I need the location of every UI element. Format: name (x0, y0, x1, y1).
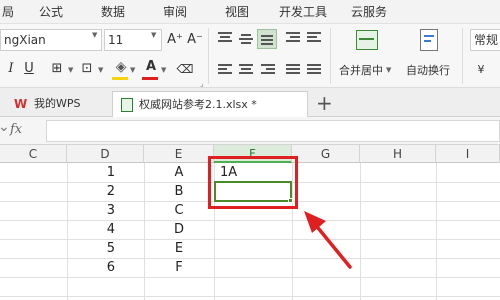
column-header-C[interactable]: C (0, 145, 67, 163)
spreadsheet-file-icon (121, 98, 133, 112)
cell-e1[interactable]: A (144, 163, 214, 182)
ribbon-divider (208, 28, 209, 84)
document-tab-bar: W 我的WPS 权威网站参考2.1.xlsx * + (0, 88, 500, 117)
cell-e2[interactable]: B (144, 182, 214, 201)
grid-line (0, 277, 500, 278)
chevron-down-icon[interactable]: ▼ (151, 31, 156, 39)
column-header-E[interactable]: E (144, 145, 214, 163)
align-center-icon[interactable] (239, 64, 253, 76)
align-right-icon[interactable] (261, 64, 275, 76)
menu-item-cloud[interactable]: 云服务 (351, 3, 387, 20)
border-icon[interactable]: ⊞ (48, 60, 66, 78)
clear-format-icon[interactable]: ⌫ (176, 60, 194, 78)
number-format-select[interactable]: 常规 (470, 29, 500, 51)
menu-item-view[interactable]: 视图 (225, 3, 249, 20)
tab-my-wps[interactable]: W 我的WPS (4, 91, 108, 117)
shrink-font-icon[interactable]: A⁻ (186, 31, 204, 49)
currency-icon[interactable]: ¥ (472, 61, 490, 79)
chevron-down-icon[interactable]: ▼ (161, 66, 166, 74)
column-header-I[interactable]: I (436, 145, 500, 163)
chevron-down-icon[interactable]: ⌄ (0, 119, 10, 135)
chevron-down-icon[interactable]: ▼ (92, 31, 97, 39)
font-color-swatch (142, 77, 158, 80)
ribbon-divider (330, 28, 331, 84)
align-top-icon[interactable] (218, 32, 232, 44)
cell-d2[interactable]: 2 (67, 182, 115, 201)
justify-icon[interactable] (286, 64, 300, 76)
column-header-H[interactable]: H (360, 145, 436, 163)
grow-font-icon[interactable]: A⁺ (166, 31, 184, 49)
cell-e5[interactable]: E (144, 239, 214, 258)
ribbon-divider (462, 28, 463, 84)
cell-d6[interactable]: 6 (67, 258, 115, 277)
fill-color-icon[interactable]: ◈ (112, 58, 130, 76)
underline-button[interactable]: U (20, 60, 38, 78)
menu-item-review[interactable]: 审阅 (163, 3, 187, 20)
formula-bar: ⌄ fx (0, 117, 500, 145)
merge-cells-icon[interactable]: ⊡ (78, 60, 96, 78)
cell-d3[interactable]: 3 (67, 201, 115, 220)
grid-line (436, 163, 437, 300)
highlight-box (208, 156, 298, 209)
menu-item-formulas[interactable]: 公式 (39, 3, 63, 20)
number-format-value: 常规 (474, 33, 499, 47)
merge-center-icon[interactable] (356, 30, 378, 50)
tab-label: 我的WPS (34, 97, 81, 110)
menu-bar: 局 公式 数据 审阅 视图 开发工具 云服务 (0, 0, 500, 24)
cell-e4[interactable]: D (144, 220, 214, 239)
formula-input[interactable] (46, 120, 500, 142)
font-size-value: 11 (108, 33, 124, 47)
align-left-icon[interactable] (218, 64, 232, 76)
chevron-down-icon[interactable]: ▼ (68, 66, 73, 74)
fill-color-swatch (112, 77, 128, 80)
font-name-value: ngXian (4, 33, 46, 47)
arrow-annotation-icon (304, 211, 352, 269)
ribbon: ngXian ▼ 11 ▼ A⁺ A⁻ I U ⊞ ▼ ⊡ ▼ ◈ ▼ A ▼ … (0, 24, 500, 88)
dialog-launcher-icon[interactable]: ⌟ (200, 79, 204, 88)
add-tab-icon[interactable]: + (316, 90, 333, 116)
grid-line (360, 163, 361, 300)
column-header-D[interactable]: D (67, 145, 144, 163)
font-color-button[interactable]: A (142, 58, 160, 76)
chevron-down-icon[interactable]: ▼ (130, 66, 135, 74)
chevron-down-icon[interactable]: ▼ (98, 66, 103, 74)
distribute-icon[interactable] (307, 64, 321, 76)
italic-button[interactable]: I (2, 60, 20, 78)
cell-e6[interactable]: F (144, 258, 214, 277)
indent-icon[interactable] (286, 32, 300, 44)
cell-d4[interactable]: 4 (67, 220, 115, 239)
menu-item-data[interactable]: 数据 (101, 3, 125, 20)
tab-active-document[interactable]: 权威网站参考2.1.xlsx * (112, 91, 308, 117)
tab-label: 权威网站参考2.1.xlsx * (139, 98, 257, 111)
wps-logo-icon: W (14, 97, 28, 111)
cell-e3[interactable]: C (144, 201, 214, 220)
wrap-text-icon[interactable] (420, 29, 438, 51)
font-name-select[interactable]: ngXian (0, 29, 102, 51)
wrap-text-button[interactable]: 自动换行 (406, 62, 450, 78)
cell-d5[interactable]: 5 (67, 239, 115, 258)
align-bottom-icon (261, 35, 275, 47)
menu-item-developer[interactable]: 开发工具 (279, 3, 327, 20)
function-icon[interactable]: fx (10, 122, 22, 137)
chevron-down-icon[interactable]: ▼ (386, 66, 391, 74)
grid-line (0, 296, 500, 297)
cell-d1[interactable]: 1 (67, 163, 115, 182)
outdent-icon[interactable] (307, 32, 321, 44)
merge-center-button[interactable]: 合并居中 (339, 62, 383, 78)
column-header-G[interactable]: G (292, 145, 360, 163)
menu-item-layout[interactable]: 局 (2, 3, 14, 20)
align-middle-icon[interactable] (239, 32, 253, 44)
